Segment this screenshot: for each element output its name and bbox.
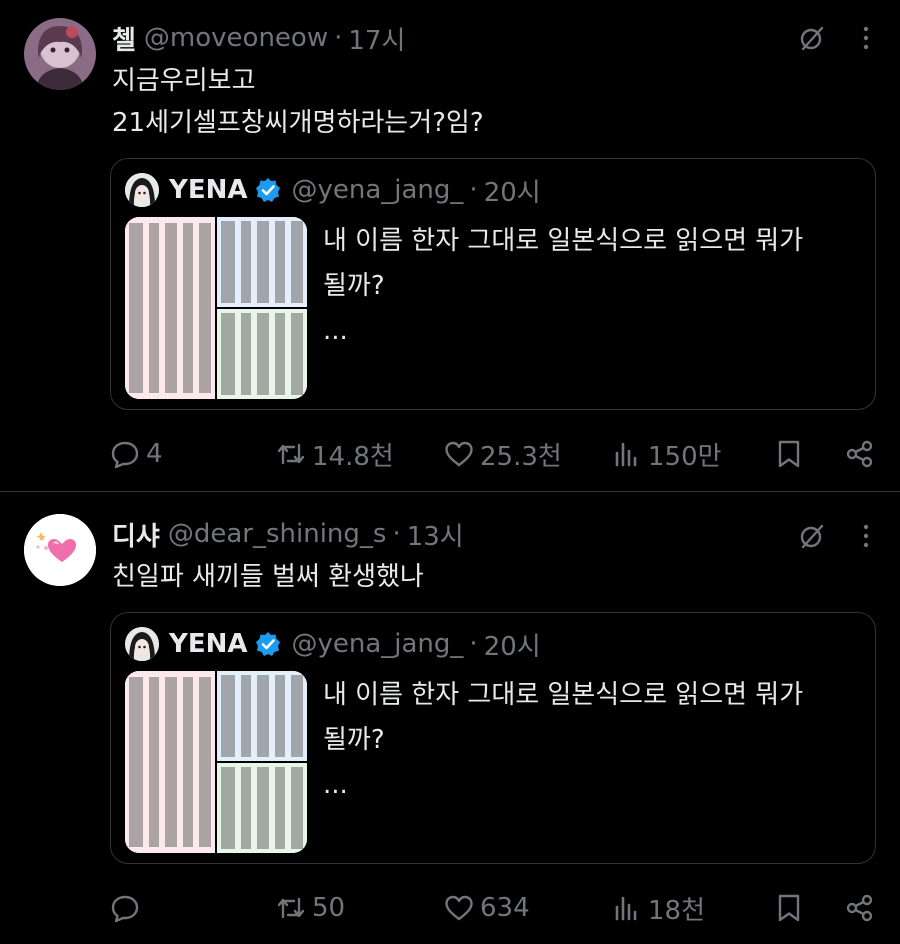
bookmark-button[interactable] <box>774 888 804 928</box>
quoted-text-line: ... <box>323 770 348 800</box>
bookmark-icon <box>778 440 800 468</box>
views-count: 18천 <box>648 895 706 926</box>
display-name[interactable]: 첼 <box>112 20 136 57</box>
quoted-tweet[interactable]: YENA @yena_jang_ · 20시 내 이름 한자 그대로 일본식으로… <box>110 612 876 864</box>
separator-dot: · <box>469 629 478 659</box>
like-icon <box>445 441 473 467</box>
tweet-divider <box>0 491 900 492</box>
share-icon <box>846 894 873 922</box>
grok-icon[interactable] <box>798 522 826 550</box>
tweet-header: 디샤 @dear_shining_s · 13시 <box>112 516 464 553</box>
views-icon <box>615 442 637 467</box>
verified-badge-icon <box>256 632 281 656</box>
like-button[interactable]: 634 <box>444 888 530 928</box>
quoted-text-line: 될까? <box>323 271 385 301</box>
tweet-text: 지금우리보고 21세기셀프창씨개명하라는거?임? <box>112 60 484 144</box>
quoted-display-name[interactable]: YENA <box>169 175 247 205</box>
quoted-header: YENA @yena_jang_ · 20시 <box>169 171 541 209</box>
quoted-tweet[interactable]: YENA @yena_jang_ · 20시 내 이름 한자 그대로 일본식으로… <box>110 158 876 410</box>
tweet-text: 친일파 새끼들 벌써 환생했나 <box>112 556 424 598</box>
like-icon <box>445 895 473 921</box>
views-button[interactable]: 18천 <box>612 888 705 928</box>
tweet-header: 첼 @moveoneow · 17시 <box>112 20 405 57</box>
timestamp[interactable]: 17시 <box>348 20 405 57</box>
reply-icon <box>111 441 139 469</box>
verified-badge-icon <box>256 178 281 202</box>
display-name[interactable]: 디샤 <box>112 516 160 553</box>
tweet-text-line: 지금우리보고 <box>112 66 256 96</box>
retweet-button[interactable]: 14.8천 <box>276 434 394 474</box>
reply-button[interactable]: 4 <box>110 434 163 474</box>
action-bar: 4 14.8천 25.3천 150만 <box>0 434 900 474</box>
quoted-text-line: 내 이름 한자 그대로 일본식으로 읽으면 뭐가 <box>323 680 804 710</box>
quoted-text-line: ... <box>323 316 348 346</box>
bookmark-icon <box>778 894 800 922</box>
quoted-text-line: 내 이름 한자 그대로 일본식으로 읽으면 뭐가 <box>323 226 804 256</box>
quoted-handle[interactable]: @yena_jang_ <box>291 175 463 205</box>
quoted-media-image[interactable] <box>125 671 307 853</box>
quoted-avatar[interactable] <box>125 627 159 661</box>
retweet-count: 50 <box>312 893 346 923</box>
retweet-button[interactable]: 50 <box>276 888 345 928</box>
quoted-avatar[interactable] <box>125 173 159 207</box>
views-icon <box>615 896 637 921</box>
retweet-count: 14.8천 <box>312 441 394 472</box>
grok-icon[interactable] <box>798 24 826 52</box>
user-handle[interactable]: @dear_shining_s <box>168 519 387 549</box>
avatar[interactable] <box>24 18 96 90</box>
more-icon[interactable] <box>862 522 870 550</box>
separator-dot: · <box>469 175 478 205</box>
quoted-text-line: 될까? <box>323 725 385 755</box>
retweet-icon <box>277 443 305 465</box>
user-handle[interactable]: @moveoneow <box>144 23 328 53</box>
avatar[interactable] <box>24 514 96 586</box>
retweet-icon <box>277 897 305 919</box>
reply-count: 4 <box>146 439 163 469</box>
separator-dot: · <box>392 519 401 549</box>
bookmark-button[interactable] <box>774 434 804 474</box>
views-count: 150만 <box>648 441 722 472</box>
quoted-timestamp[interactable]: 20시 <box>484 626 541 663</box>
quoted-header: YENA @yena_jang_ · 20시 <box>169 625 541 663</box>
like-count: 25.3천 <box>480 441 562 472</box>
quoted-text: 내 이름 한자 그대로 일본식으로 읽으면 뭐가 될까? ... <box>323 219 803 354</box>
share-icon <box>846 440 873 468</box>
tweet-text-line: 친일파 새끼들 벌써 환생했나 <box>112 562 424 592</box>
separator-dot: · <box>334 23 343 53</box>
like-button[interactable]: 25.3천 <box>444 434 562 474</box>
quoted-display-name[interactable]: YENA <box>169 629 247 659</box>
quoted-text: 내 이름 한자 그대로 일본식으로 읽으면 뭐가 될까? ... <box>323 673 803 808</box>
quoted-handle[interactable]: @yena_jang_ <box>291 629 463 659</box>
share-button[interactable] <box>845 888 875 928</box>
tweet-text-line: 21세기셀프창씨개명하라는거?임? <box>112 108 484 138</box>
more-icon[interactable] <box>862 24 870 52</box>
reply-button[interactable] <box>110 888 146 928</box>
quoted-timestamp[interactable]: 20시 <box>484 172 541 209</box>
quoted-media-image[interactable] <box>125 217 307 399</box>
reply-icon <box>111 895 139 923</box>
action-bar: 50 634 18천 <box>0 888 900 928</box>
share-button[interactable] <box>845 434 875 474</box>
timestamp[interactable]: 13시 <box>407 516 464 553</box>
views-button[interactable]: 150만 <box>612 434 722 474</box>
like-count: 634 <box>480 893 530 923</box>
